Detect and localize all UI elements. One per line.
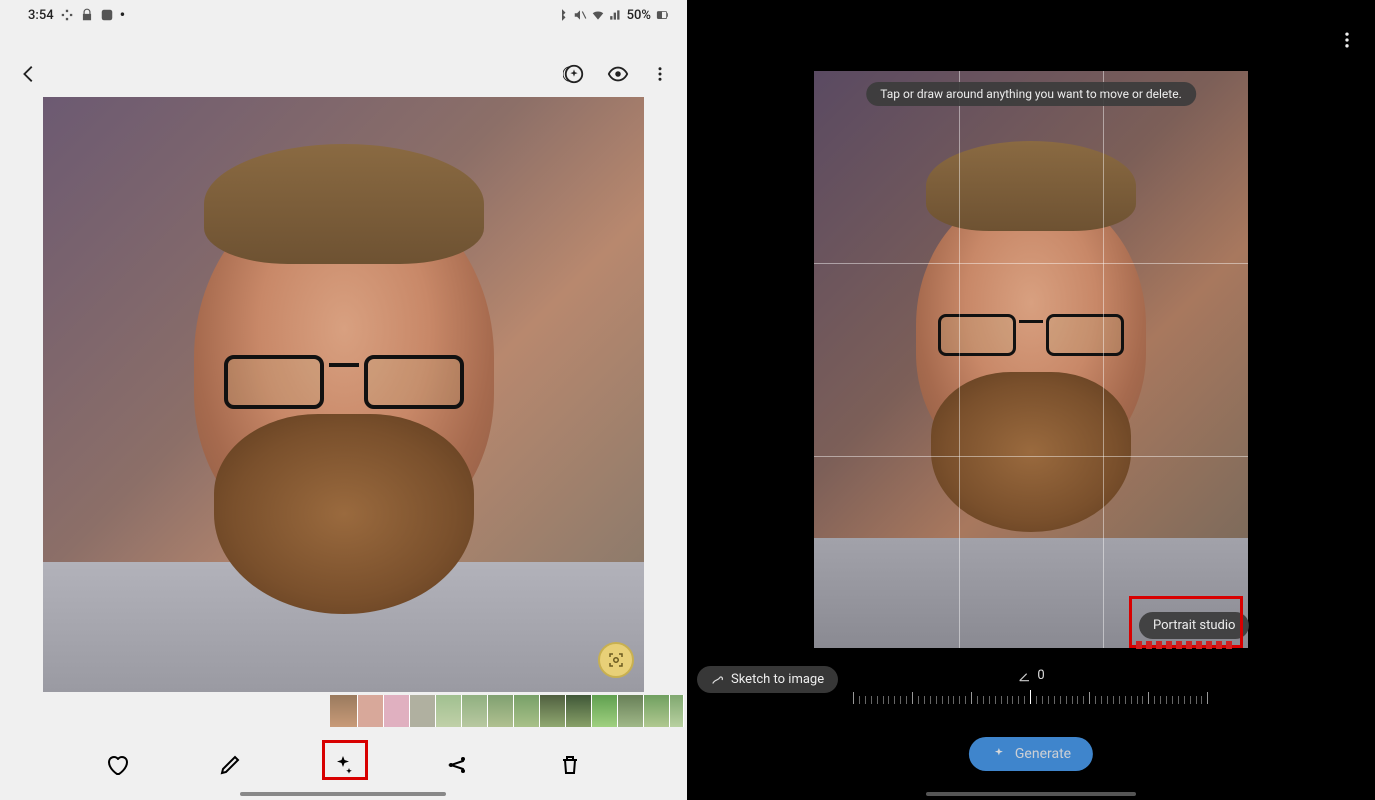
angle-text: 0 [1037,668,1044,683]
favorite-icon[interactable] [105,753,129,777]
sketch-label: Sketch to image [731,672,824,687]
eye-icon[interactable] [607,63,629,85]
rotation-value: 0 [1017,668,1044,683]
edit-icon[interactable] [218,753,242,777]
thumbnail[interactable] [384,695,410,727]
thumbnail[interactable] [436,695,462,727]
object-select-fab[interactable] [598,642,634,678]
back-icon[interactable] [18,63,40,85]
sparkle-icon [991,746,1007,762]
thumbnail[interactable] [358,695,384,727]
grid-line [814,263,1248,264]
lock-icon [80,8,94,22]
main-photo[interactable] [43,97,644,692]
status-time: 3:54 [28,8,54,23]
instruction-tooltip: Tap or draw around anything you want to … [866,82,1196,106]
bluetooth-icon [555,8,569,22]
grid-line [1103,71,1104,648]
remaster-icon[interactable] [563,63,585,85]
status-right: 50% [555,8,669,23]
thumbnail[interactable] [618,695,644,727]
battery-icon [655,8,669,22]
more-vert-icon[interactable] [1337,30,1357,50]
thumbnail[interactable] [540,695,566,727]
annotation-highlight [1129,596,1243,648]
mute-icon [573,8,587,22]
wifi-icon [591,8,605,22]
thumbnail[interactable] [462,695,488,727]
edit-top-bar [1337,30,1357,54]
portrait-image [43,97,644,692]
scan-icon [607,651,625,669]
sketch-icon [711,673,725,687]
more-vert-icon[interactable] [651,63,669,85]
gallery-view-panel: 3:54 • 50% [0,0,687,800]
gallery-top-bar [0,52,687,96]
generate-button[interactable]: Generate [969,737,1093,771]
ai-edit-panel: Tap or draw around anything you want to … [687,0,1375,800]
thumbnail-strip[interactable] [330,695,684,727]
thumbnail[interactable] [592,695,618,727]
app-icon [100,8,114,22]
thumbnail[interactable] [410,695,436,727]
thumbnail[interactable] [644,695,670,727]
grid-line [814,456,1248,457]
angle-icon [1017,669,1031,683]
delete-icon[interactable] [558,753,582,777]
sketch-to-image-button[interactable]: Sketch to image [697,666,838,693]
share-icon[interactable] [445,753,469,777]
edit-canvas[interactable] [814,71,1248,648]
dot-icon: • [120,7,126,23]
grid-line [959,71,960,648]
status-bar: 3:54 • 50% [0,0,687,30]
battery-percent: 50% [627,8,651,23]
generate-label: Generate [1015,746,1071,762]
nav-handle[interactable] [240,792,446,796]
rotation-slider[interactable] [853,690,1209,704]
nav-handle[interactable] [926,792,1136,796]
status-left: 3:54 • [28,7,125,23]
signal-icon [609,8,623,22]
thumbnail[interactable] [670,695,684,727]
thumbnail[interactable] [514,695,540,727]
thumbnail[interactable] [330,695,358,727]
hash-icon [60,8,74,22]
thumbnail[interactable] [566,695,592,727]
annotation-highlight [322,740,368,780]
thumbnail[interactable] [488,695,514,727]
